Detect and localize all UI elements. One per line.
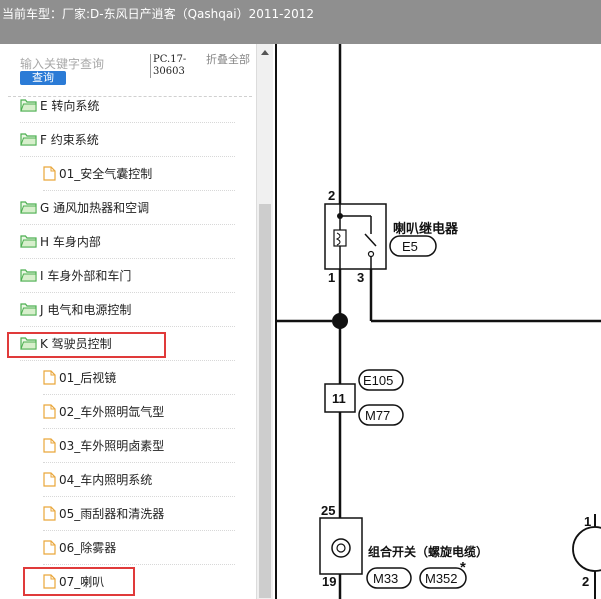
file-icon <box>43 403 56 419</box>
horn-pin-top: 1 <box>584 514 591 529</box>
tree-item-label: 06_除雾器 <box>59 540 117 555</box>
tree-item-label: 05_雨刮器和清洗器 <box>59 506 165 521</box>
switch-pin-top: 25 <box>321 503 335 518</box>
tree-item-folder[interactable]: E 转向系统 <box>20 95 99 115</box>
connector-m352-label: M352 <box>425 571 458 586</box>
highlight-box <box>23 567 135 596</box>
tree-item-folder[interactable]: I 车身外部和车门 <box>20 265 131 285</box>
tree-item-label: H 车身内部 <box>40 234 101 249</box>
relay-pin-bottom-left: 1 <box>328 270 335 285</box>
tree-item-folder[interactable]: G 通风加热器和空调 <box>20 197 149 217</box>
junction-dot <box>332 313 348 329</box>
tree-item-label: F 约束系统 <box>40 132 99 147</box>
connector-e105-label: E105 <box>363 373 393 388</box>
relay-coil <box>333 229 347 247</box>
tree-item-file[interactable]: 01_安全气囊控制 <box>43 163 152 183</box>
tree-item-label: 03_车外照明卤素型 <box>59 438 165 453</box>
folder-icon <box>20 201 37 214</box>
folder-icon <box>20 133 37 146</box>
tree-item-label: 01_安全气囊控制 <box>59 166 153 181</box>
tree-item-file[interactable]: 01_后视镜 <box>43 367 116 387</box>
horn-relay-label: 喇叭继电器 <box>393 221 459 237</box>
tree-item-label: E 转向系统 <box>40 98 100 113</box>
switch-pin-bottom: 19 <box>322 574 336 589</box>
connector-pin-label: 11 <box>332 391 346 406</box>
scroll-up-arrow-icon[interactable] <box>261 50 269 55</box>
file-icon <box>43 505 56 521</box>
file-icon <box>43 165 56 181</box>
horn-component <box>572 526 601 572</box>
combination-switch-label: 组合开关（螺旋电缆） <box>368 544 488 559</box>
asterisk-mark: * <box>460 559 466 576</box>
folder-icon <box>20 269 37 282</box>
horn-pin-bottom: 2 <box>582 574 589 589</box>
tree-item-label: 04_车内照明系统 <box>59 472 153 487</box>
highlight-box <box>7 332 166 358</box>
tree-item-file[interactable]: 03_车外照明卤素型 <box>43 435 164 455</box>
relay-connector-label: E5 <box>402 239 418 254</box>
folder-icon <box>20 303 37 316</box>
tree-item-label: 02_车外照明氙气型 <box>59 404 165 419</box>
tree-item-label: 01_后视镜 <box>59 370 117 385</box>
tree-item-folder[interactable]: F 约束系统 <box>20 129 99 149</box>
wiring-diagram: 2 1 3 喇叭继电器 E5 11 E105 M77 25 19 组合开关（螺旋… <box>275 44 601 599</box>
file-icon <box>43 471 56 487</box>
connector-m77-label: M77 <box>365 408 390 423</box>
tree-item-folder[interactable]: H 车身内部 <box>20 231 101 251</box>
tree-item-label: I 车身外部和车门 <box>40 268 132 283</box>
vehicle-title: 当前车型：厂家:D-东风日产逍客（Qashqai）2011-2012 <box>2 7 314 21</box>
scrollbar-thumb[interactable] <box>259 204 271 598</box>
tree-item-file[interactable]: 05_雨刮器和清洗器 <box>43 503 164 523</box>
tree-item-folder[interactable]: J 电气和电源控制 <box>20 299 131 319</box>
tree-item-label: J 电气和电源控制 <box>40 302 132 317</box>
tree-item-file[interactable]: 04_车内照明系统 <box>43 469 152 489</box>
relay-pin-bottom-right: 3 <box>357 270 364 285</box>
tree-item-file[interactable]: 06_除雾器 <box>43 537 116 557</box>
file-icon <box>43 369 56 385</box>
tree-item-file[interactable]: 02_车外照明氙气型 <box>43 401 164 421</box>
file-icon <box>43 539 56 555</box>
file-icon <box>43 437 56 453</box>
tree-scrollbar[interactable] <box>256 44 273 599</box>
relay-pin-top: 2 <box>328 188 335 203</box>
category-tree: E 转向系统 F 约束系统 01_安全气囊控制 G 通风加热器和空调 H 车身内… <box>0 44 256 599</box>
folder-icon <box>20 235 37 248</box>
top-bar: 当前车型：厂家:D-东风日产逍客（Qashqai）2011-2012 <box>0 0 601 44</box>
folder-icon <box>20 99 37 112</box>
connector-m33-label: M33 <box>373 571 398 586</box>
tree-item-label: G 通风加热器和空调 <box>40 200 150 215</box>
wiring-diagram-svg: 2 1 3 喇叭继电器 E5 11 E105 M77 25 19 组合开关（螺旋… <box>277 44 601 599</box>
